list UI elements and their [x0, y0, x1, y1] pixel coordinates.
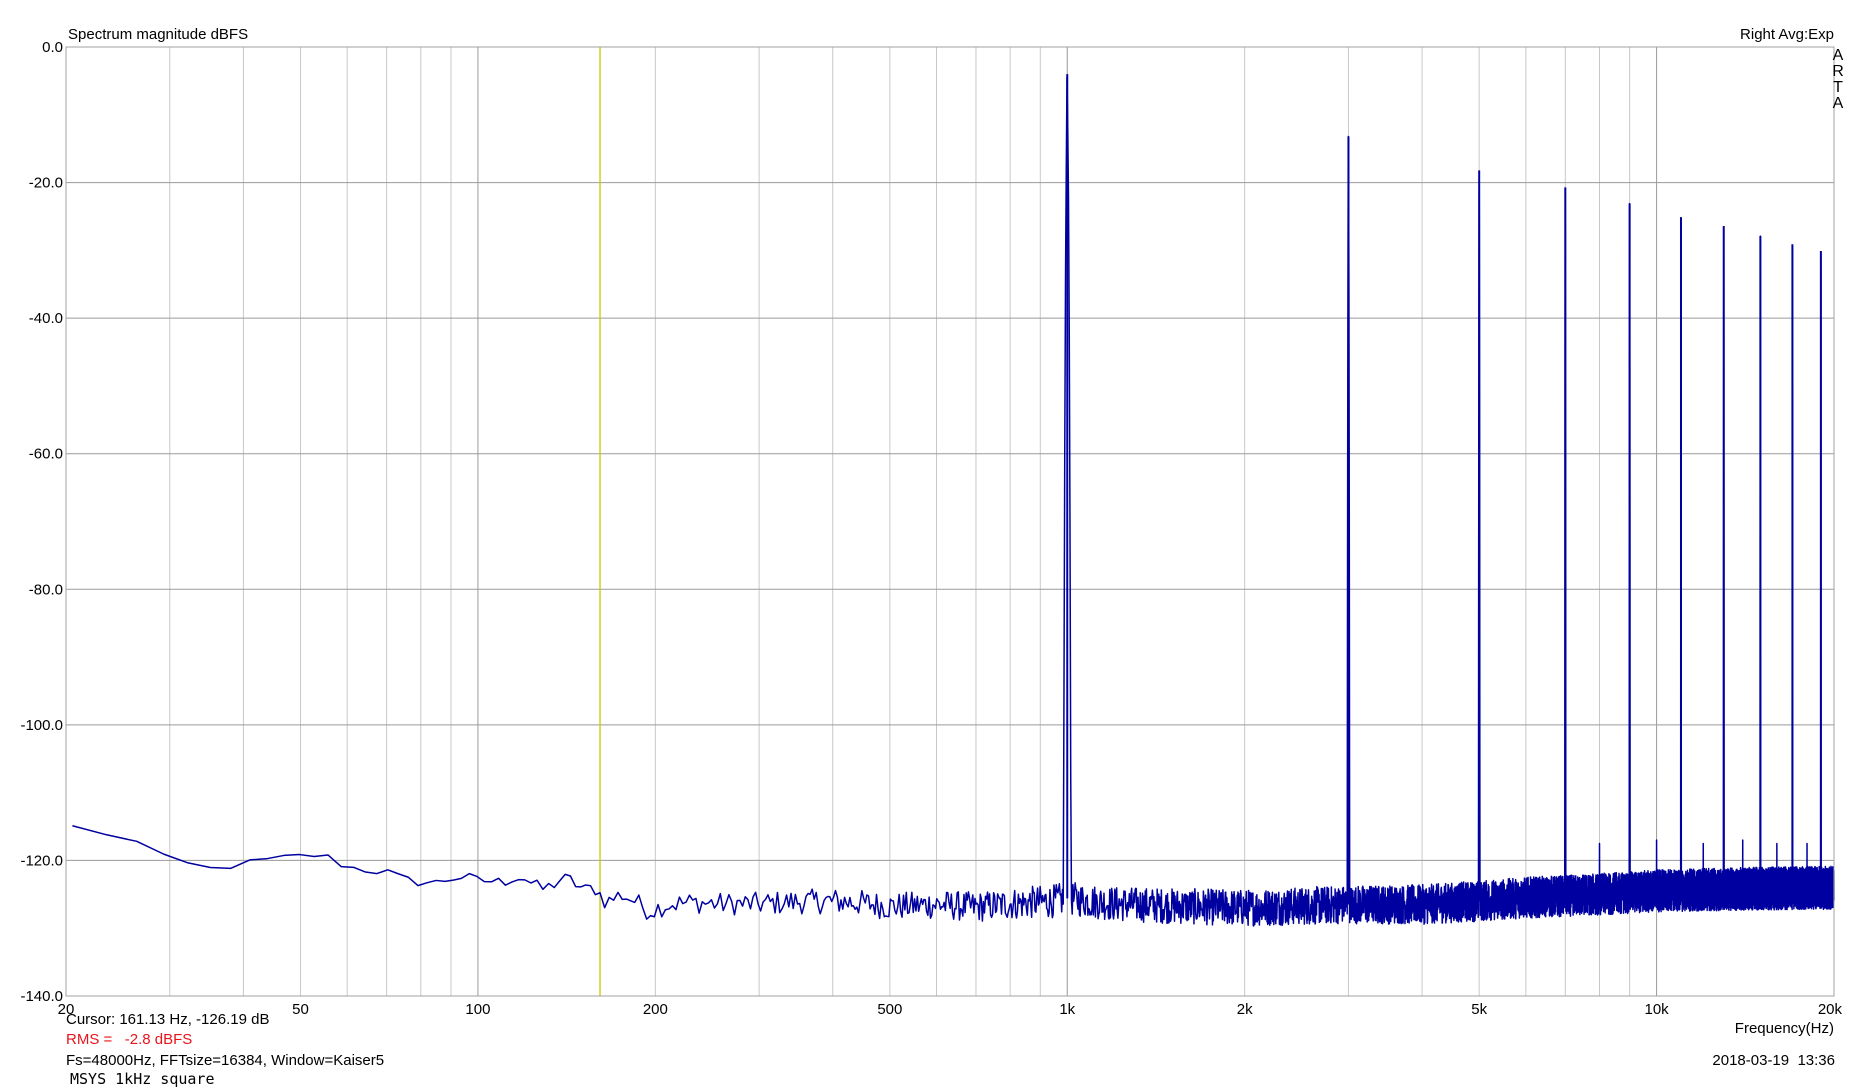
- x-tick-label: 20k: [1818, 1001, 1843, 1018]
- y-tick-label: -120.0: [20, 852, 63, 869]
- chart-title-right: Right Avg:Exp: [1740, 26, 1834, 43]
- x-tick-label: 5k: [1471, 1001, 1487, 1018]
- cursor-readout: Cursor: 161.13 Hz, -126.19 dB: [66, 1011, 270, 1028]
- measurement-datetime: 2018-03-19 13:36: [1712, 1052, 1835, 1069]
- chart-grid: [66, 47, 1834, 996]
- x-axis-label: Frequency(Hz): [1735, 1020, 1834, 1037]
- y-tick-label: -60.0: [29, 446, 63, 463]
- y-tick-label: -20.0: [29, 175, 63, 192]
- spectrum-trace: [72, 76, 1835, 927]
- x-axis-ticks: 20 50 100 200 500 1k 2k 5k 10k 20k: [58, 1001, 1843, 1018]
- x-tick-label: 50: [292, 1001, 309, 1018]
- y-tick-label: -80.0: [29, 581, 63, 598]
- x-tick-label: 500: [877, 1001, 902, 1018]
- x-tick-label: 100: [465, 1001, 490, 1018]
- y-tick-label: -140.0: [20, 988, 63, 1005]
- x-tick-label: 10k: [1644, 1001, 1669, 1018]
- y-tick-label: -100.0: [20, 717, 63, 734]
- spectrum-series: [72, 74, 1835, 927]
- x-tick-label: 1k: [1059, 1001, 1075, 1018]
- plot-frame: [65, 46, 1835, 997]
- arta-watermark: ARTA: [1832, 47, 1844, 112]
- x-tick-label: 200: [643, 1001, 668, 1018]
- chart-title: Spectrum magnitude dBFS: [68, 26, 248, 43]
- y-tick-label: 0.0: [42, 39, 63, 56]
- measurement-note: MSYS 1kHz square: [70, 1070, 215, 1088]
- measurement-params: Fs=48000Hz, FFTsize=16384, Window=Kaiser…: [66, 1052, 385, 1069]
- y-tick-label: -40.0: [29, 310, 63, 327]
- x-tick-label: 2k: [1237, 1001, 1253, 1018]
- rms-readout: RMS = -2.8 dBFS: [66, 1031, 193, 1048]
- spectrum-chart: 0.0 -20.0 -40.0 -60.0 -80.0 -100.0 -120.0 -140.…: [20, 26, 1843, 1037]
- y-axis-ticks: 0.0 -20.0 -40.0 -60.0 -80.0 -100.0 -120.0 -140.…: [20, 39, 63, 1005]
